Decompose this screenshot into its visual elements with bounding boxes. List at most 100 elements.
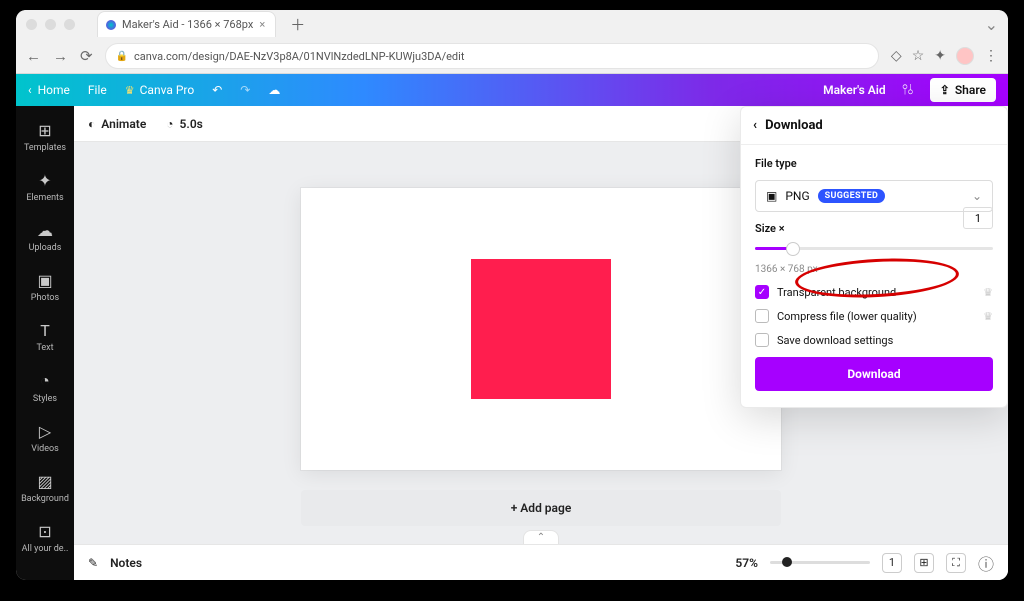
page-count[interactable]: 1 <box>882 553 902 573</box>
crown-icon: ♛ <box>125 84 135 97</box>
templates-icon: ⊞ <box>38 121 51 140</box>
sidebar-label: Elements <box>26 193 63 203</box>
profile-avatar[interactable] <box>956 47 974 65</box>
duration-button[interactable]: ◔ 5.0s <box>166 117 203 131</box>
text-icon: T <box>40 321 50 340</box>
home-link[interactable]: ‹ Home <box>28 83 70 97</box>
puzzle-icon[interactable]: ✦ <box>934 48 946 64</box>
window-close-dot[interactable] <box>26 19 37 30</box>
undo-button[interactable]: ↶ <box>212 83 222 97</box>
file-menu[interactable]: File <box>88 83 107 97</box>
favicon-icon <box>106 20 116 30</box>
canva-pro-link[interactable]: ♛ Canva Pro <box>125 83 194 97</box>
notes-icon: ✎ <box>88 556 98 570</box>
transparent-bg-option[interactable]: ✓ Transparent background ♛ <box>755 285 993 299</box>
file-type-select[interactable]: ▣ PNG SUGGESTED ⌄ <box>755 180 993 212</box>
share-button[interactable]: ⇪ Share <box>930 78 996 102</box>
bookmark-icon[interactable]: ☆ <box>912 48 925 64</box>
sidebar-label: Photos <box>31 293 59 303</box>
upload-icon: ⇪ <box>940 83 950 97</box>
panel-title: Download <box>765 118 823 133</box>
animate-icon: ◐ <box>88 117 95 131</box>
sidebar-item-styles[interactable]: ◔Styles <box>16 362 74 413</box>
sidebar-item-photos[interactable]: ▣ Photos <box>16 262 74 312</box>
browser-tab[interactable]: Maker's Aid - 1366 × 768px × <box>97 11 276 37</box>
notes-button[interactable]: Notes <box>110 556 142 570</box>
sidebar-item-videos[interactable]: ▷ Videos <box>16 413 74 463</box>
panel-back-icon[interactable]: ‹ <box>753 118 757 133</box>
sidebar-item-text[interactable]: T Text <box>16 312 74 362</box>
chevron-down-icon: ⌄ <box>972 189 982 203</box>
chevron-down-icon[interactable]: ⌄ <box>985 15 998 34</box>
sidebar-label: Videos <box>31 444 59 454</box>
canva-pro-label: Canva Pro <box>140 83 195 97</box>
new-tab-button[interactable]: ＋ <box>290 14 305 35</box>
sidebar-item-background[interactable]: ▨ Background <box>16 463 74 513</box>
size-slider[interactable] <box>755 247 993 250</box>
browser-chrome: Maker's Aid - 1366 × 768px × ＋ ⌄ ← → ⟳ 🔒… <box>16 10 1008 74</box>
forward-button[interactable]: → <box>53 47 68 65</box>
crown-icon: ♛ <box>983 310 993 323</box>
download-button[interactable]: Download <box>755 357 993 391</box>
zoom-handle[interactable] <box>782 557 792 567</box>
lock-icon: 🔒 <box>116 51 128 62</box>
grid-view-button[interactable]: ⊞ <box>914 553 934 573</box>
size-label: Size × <box>755 222 993 235</box>
image-icon: ▣ <box>766 189 777 203</box>
sidebar-label: Styles <box>33 394 57 404</box>
sidebar-label: Uploads <box>29 243 62 253</box>
back-button[interactable]: ← <box>26 47 41 65</box>
uploads-icon: ☁ <box>37 221 53 240</box>
add-page-button[interactable]: + Add page <box>301 490 781 526</box>
videos-icon: ▷ <box>39 422 51 441</box>
close-tab-icon[interactable]: × <box>259 18 265 31</box>
photos-icon: ▣ <box>37 271 52 290</box>
compress-option[interactable]: Compress file (lower quality) ♛ <box>755 309 993 323</box>
home-label: Home <box>38 83 70 97</box>
chevron-left-icon: ‹ <box>28 83 32 97</box>
file-type-label: File type <box>755 157 993 170</box>
reload-button[interactable]: ⟳ <box>80 47 93 65</box>
elements-icon: ✦ <box>38 171 51 190</box>
window-min-dot[interactable] <box>45 19 56 30</box>
window-max-dot[interactable] <box>64 19 75 30</box>
sidebar-item-all-designs[interactable]: ⊡All your de.. <box>16 513 74 563</box>
crown-icon: ♛ <box>983 286 993 299</box>
share-label: Share <box>955 83 986 97</box>
sidebar-label: Background <box>21 494 69 504</box>
checkbox-empty-icon <box>755 309 769 323</box>
sidebar-label: Templates <box>24 143 66 153</box>
checkbox-empty-icon <box>755 333 769 347</box>
extensions-icon[interactable]: ◇ <box>891 48 902 64</box>
tab-title: Maker's Aid - 1366 × 768px <box>122 18 253 31</box>
transparent-bg-label: Transparent background <box>777 286 896 299</box>
design-page[interactable] <box>301 188 781 470</box>
save-settings-option[interactable]: Save download settings <box>755 333 993 347</box>
sidebar-item-elements[interactable]: ✦ Elements <box>16 162 74 212</box>
project-name[interactable]: Maker's Aid <box>823 83 886 97</box>
red-square-shape[interactable] <box>471 259 611 399</box>
address-bar[interactable]: 🔒 canva.com/design/DAE-NzV3p8A/01NVlNzde… <box>105 43 879 69</box>
sidebar-item-uploads[interactable]: ☁ Uploads <box>16 212 74 262</box>
left-sidebar: ⊞ Templates ✦ Elements ☁ Uploads ▣ Photos TT… <box>16 106 74 580</box>
save-settings-label: Save download settings <box>777 334 893 347</box>
help-button[interactable]: ⓘ <box>978 551 994 575</box>
sidebar-item-templates[interactable]: ⊞ Templates <box>16 112 74 162</box>
page-handle[interactable]: ⌃ <box>523 530 559 544</box>
dimensions-text: 1366 × 768 px <box>755 264 993 275</box>
background-icon: ▨ <box>37 472 52 491</box>
suggested-badge: SUGGESTED <box>818 189 886 203</box>
compress-label: Compress file (lower quality) <box>777 310 917 323</box>
kebab-menu-icon[interactable]: ⋮ <box>984 48 998 64</box>
sidebar-label: Text <box>36 343 53 353</box>
zoom-percentage[interactable]: 57% <box>735 556 758 570</box>
sidebar-label: All your de.. <box>22 544 69 554</box>
zoom-slider[interactable] <box>770 561 870 564</box>
animate-button[interactable]: ◐ Animate <box>88 117 146 131</box>
cloud-sync-icon[interactable]: ☁ <box>268 83 280 97</box>
fullscreen-button[interactable]: ⛶ <box>946 553 966 573</box>
insights-icon[interactable]: ⫯⫰ <box>902 82 914 98</box>
size-input[interactable]: 1 <box>963 207 993 229</box>
redo-button[interactable]: ↷ <box>240 83 250 97</box>
checkbox-checked-icon: ✓ <box>755 285 769 299</box>
